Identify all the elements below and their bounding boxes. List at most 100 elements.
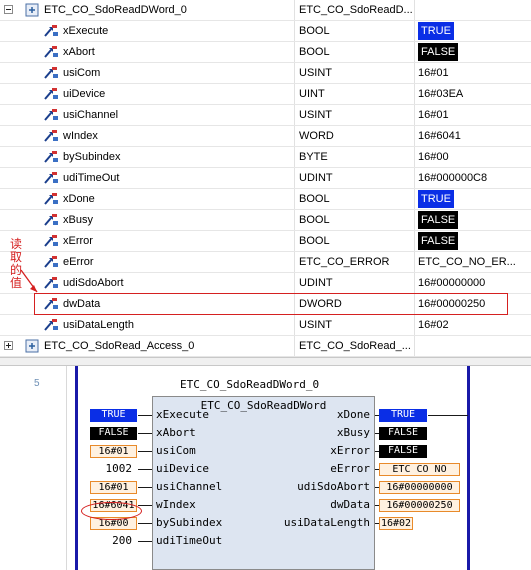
footer-type: ETC_CO_SdoRead_... bbox=[295, 336, 415, 356]
input-pin-usiCom: usiCom bbox=[156, 444, 196, 457]
variable-icon bbox=[44, 172, 58, 184]
value-cell[interactable]: FALSE bbox=[415, 231, 531, 251]
name-cell: ETC_CO_SdoReadDWord_0 bbox=[0, 0, 295, 20]
value-cell[interactable]: 16#01 bbox=[415, 105, 531, 125]
variable-name: usiDataLength bbox=[63, 319, 134, 331]
name-cell: xAbort bbox=[0, 42, 295, 62]
input-wire bbox=[138, 487, 152, 488]
watch-row-udiTimeOut[interactable]: udiTimeOut UDINT 16#000000C8 bbox=[0, 168, 531, 189]
name-cell: wIndex bbox=[0, 126, 295, 146]
output-value-xError[interactable]: FALSE bbox=[379, 445, 427, 458]
variable-icon bbox=[44, 109, 58, 121]
variable-type: UDINT bbox=[295, 273, 415, 293]
watch-row-udiSdoAbort[interactable]: udiSdoAbort UDINT 16#00000000 bbox=[0, 273, 531, 294]
function-block-instance-icon bbox=[25, 339, 39, 353]
watch-row-usiDataLength[interactable]: usiDataLength USINT 16#02 bbox=[0, 315, 531, 336]
watch-row-xAbort[interactable]: xAbort BOOL FALSE bbox=[0, 42, 531, 63]
input-value-usiCom[interactable]: 16#01 bbox=[90, 445, 137, 458]
output-pin-dwData: dwData bbox=[330, 498, 370, 511]
expand-toggle-icon[interactable] bbox=[4, 341, 13, 350]
variable-name: bySubindex bbox=[63, 151, 121, 163]
value-cell[interactable]: FALSE bbox=[415, 210, 531, 230]
variable-value: FALSE bbox=[418, 43, 459, 61]
variable-type: BOOL bbox=[295, 210, 415, 230]
value-cell[interactable]: 16#00 bbox=[415, 147, 531, 167]
variable-name: udiSdoAbort bbox=[63, 277, 124, 289]
watch-row-xBusy[interactable]: xBusy BOOL FALSE bbox=[0, 210, 531, 231]
value-cell[interactable]: TRUE bbox=[415, 21, 531, 41]
watch-row-bySubindex[interactable]: bySubindex BYTE 16#00 bbox=[0, 147, 531, 168]
variable-value: 16#03EA bbox=[418, 88, 464, 100]
value-cell[interactable]: TRUE bbox=[415, 189, 531, 209]
value-cell[interactable]: 16#03EA bbox=[415, 84, 531, 104]
input-value-udiTimeOut[interactable]: 200 bbox=[86, 534, 132, 548]
variable-name: xAbort bbox=[63, 46, 95, 58]
value-cell[interactable]: 16#01 bbox=[415, 63, 531, 83]
parent-type: ETC_CO_SdoReadD... bbox=[295, 0, 415, 20]
fb-instance-name[interactable]: ETC_CO_SdoReadDWord_0 bbox=[180, 378, 319, 391]
variable-name: usiChannel bbox=[63, 109, 119, 121]
name-cell: udiTimeOut bbox=[0, 168, 295, 188]
watch-row-usiChannel[interactable]: usiChannel USINT 16#01 bbox=[0, 105, 531, 126]
output-value-xDone[interactable]: TRUE bbox=[379, 409, 427, 422]
parent-instance-name: ETC_CO_SdoReadDWord_0 bbox=[44, 4, 187, 16]
value-cell[interactable]: FALSE bbox=[415, 42, 531, 62]
value-cell[interactable]: ETC_CO_NO_ER... bbox=[415, 252, 531, 272]
watch-row-xDone[interactable]: xDone BOOL TRUE bbox=[0, 189, 531, 210]
input-wire bbox=[138, 433, 152, 434]
variable-name: usiCom bbox=[63, 67, 101, 79]
variable-name: udiTimeOut bbox=[63, 172, 120, 184]
variable-icon bbox=[44, 193, 58, 205]
gutter-divider bbox=[66, 366, 67, 570]
variable-type: USINT bbox=[295, 315, 415, 335]
value-cell[interactable]: 16#02 bbox=[415, 315, 531, 335]
output-pin-xError: xError bbox=[330, 444, 370, 457]
right-power-rail bbox=[467, 366, 470, 570]
name-cell: xExecute bbox=[0, 21, 295, 41]
variable-icon bbox=[44, 25, 58, 37]
value-cell[interactable]: 16#00000000 bbox=[415, 273, 531, 293]
variable-icon bbox=[44, 277, 58, 289]
output-value-udiSdoAbort[interactable]: 16#00000000 bbox=[379, 481, 460, 494]
variable-name: xDone bbox=[63, 193, 95, 205]
output-value-eError[interactable]: ETC CO NO bbox=[379, 463, 460, 476]
output-pin-xBusy: xBusy bbox=[336, 426, 370, 439]
output-value-dwData[interactable]: 16#00000250 bbox=[379, 499, 460, 512]
watch-row-xError[interactable]: xError BOOL FALSE bbox=[0, 231, 531, 252]
input-value-xAbort[interactable]: FALSE bbox=[90, 427, 137, 440]
input-value-xExecute[interactable]: TRUE bbox=[90, 409, 137, 422]
output-pin-xDone: xDone bbox=[336, 408, 370, 421]
watch-row-xExecute[interactable]: xExecute BOOL TRUE bbox=[0, 21, 531, 42]
variable-icon bbox=[44, 214, 58, 226]
watch-footer-row[interactable]: ETC_CO_SdoRead_Access_0 ETC_CO_SdoRead_.… bbox=[0, 336, 531, 357]
variable-value: 16#01 bbox=[418, 67, 449, 79]
network-number: 5 bbox=[34, 378, 40, 389]
collapse-toggle-icon[interactable] bbox=[4, 5, 13, 14]
windex-highlight-oval bbox=[81, 502, 142, 520]
name-cell: bySubindex bbox=[0, 147, 295, 167]
annotation-arrow-icon bbox=[20, 269, 38, 293]
watch-row-usiCom[interactable]: usiCom USINT 16#01 bbox=[0, 63, 531, 84]
value-cell[interactable]: 16#000000C8 bbox=[415, 168, 531, 188]
input-value-uiDevice[interactable]: 1002 bbox=[86, 462, 133, 476]
function-block-instance-icon bbox=[25, 3, 39, 17]
input-wire bbox=[138, 451, 152, 452]
name-cell: eError bbox=[0, 252, 295, 272]
variable-name: xError bbox=[63, 235, 93, 247]
name-cell: usiCom bbox=[0, 63, 295, 83]
watch-row-uiDevice[interactable]: uiDevice UINT 16#03EA bbox=[0, 84, 531, 105]
variable-value: 16#000000C8 bbox=[418, 172, 488, 184]
read-value-highlight-box bbox=[34, 293, 508, 315]
pane-splitter[interactable] bbox=[0, 357, 531, 366]
watch-row-eError[interactable]: eError ETC_CO_ERROR ETC_CO_NO_ER... bbox=[0, 252, 531, 273]
input-pin-uiDevice: uiDevice bbox=[156, 462, 209, 475]
input-value-usiChannel[interactable]: 16#01 bbox=[90, 481, 137, 494]
variable-type: BYTE bbox=[295, 147, 415, 167]
output-value-usiDataLength[interactable]: 16#02 bbox=[379, 517, 413, 530]
variable-type: BOOL bbox=[295, 189, 415, 209]
value-cell[interactable]: 16#6041 bbox=[415, 126, 531, 146]
watch-row-wIndex[interactable]: wIndex WORD 16#6041 bbox=[0, 126, 531, 147]
variable-name: xExecute bbox=[63, 25, 109, 37]
watch-parent-row[interactable]: ETC_CO_SdoReadDWord_0 ETC_CO_SdoReadD... bbox=[0, 0, 531, 21]
output-value-xBusy[interactable]: FALSE bbox=[379, 427, 427, 440]
